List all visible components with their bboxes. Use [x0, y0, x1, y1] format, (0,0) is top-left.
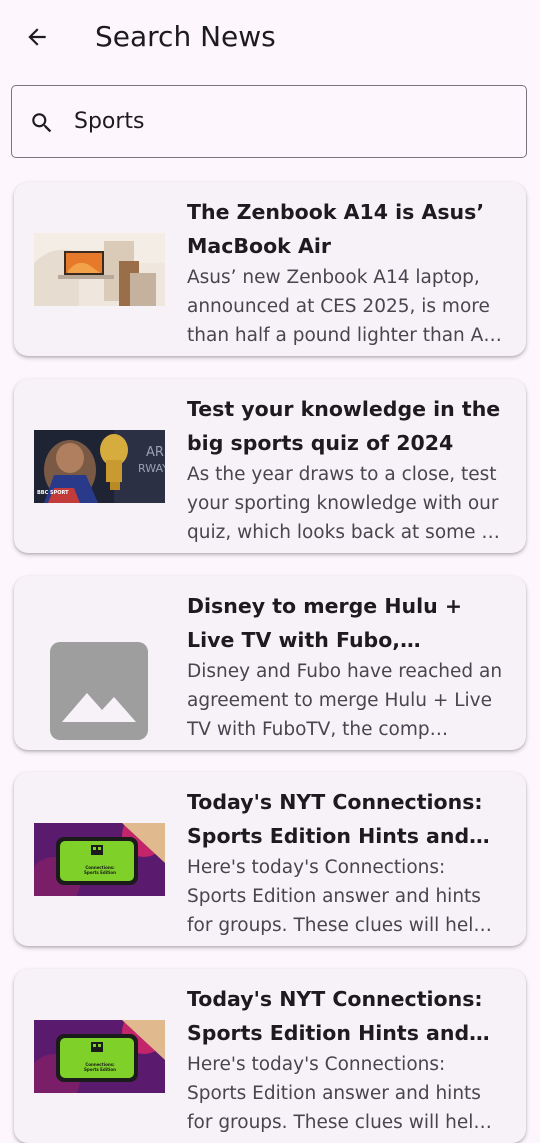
phone-connections-game-photo: Connections: Sports Edition — [34, 1020, 165, 1093]
svg-text:AR: AR — [146, 445, 164, 460]
svg-text:RWAYS: RWAYS — [138, 462, 165, 475]
app-bar: Search News — [0, 0, 540, 76]
back-button[interactable] — [14, 14, 60, 60]
news-description: Asus’ new Zenbook A14 laptop, announced … — [187, 267, 502, 346]
image-placeholder-icon — [50, 642, 148, 740]
news-card[interactable]: Disney to merge Hulu + Live TV with Fubo… — [14, 576, 526, 750]
news-title: Today's NYT Connections: Sports Edition … — [187, 987, 483, 1045]
news-card[interactable]: Connections: Sports Edition Today's NYT … — [14, 772, 526, 946]
news-title: The Zenbook A14 is Asus’ MacBook Air — [187, 200, 485, 258]
news-card[interactable]: Connections: Sports Edition Today's NYT … — [14, 969, 526, 1143]
news-card[interactable]: AR RWAYS BBC SPORT Test your knowledge i… — [14, 379, 526, 553]
page-title: Search News — [95, 20, 276, 53]
news-description: Here's today's Connections: Sports Editi… — [187, 857, 492, 936]
arrow-back-icon — [28, 28, 46, 46]
phone-screen-caption: Connections: Sports Edition — [84, 1062, 116, 1072]
news-card[interactable]: The Zenbook A14 is Asus’ MacBook Air Asu… — [14, 182, 526, 356]
news-title: Today's NYT Connections: Sports Edition … — [187, 790, 483, 848]
search-icon — [32, 113, 52, 133]
phone-connections-game-photo: Connections: Sports Edition — [34, 823, 165, 896]
news-title: Test your knowledge in the big sports qu… — [187, 397, 501, 455]
search-input[interactable] — [74, 96, 504, 146]
bbc-sport-logo: BBC SPORT — [37, 490, 69, 496]
laptop-on-desk-photo — [34, 233, 165, 306]
search-field[interactable] — [11, 85, 527, 158]
news-description: As the year draws to a close, test your … — [187, 464, 500, 543]
phone-screen-caption: Connections: Sports Edition — [84, 865, 116, 875]
news-description: Disney and Fubo have reached an agreemen… — [187, 661, 503, 740]
news-description: Here's today's Connections: Sports Editi… — [187, 1054, 492, 1133]
athlete-with-trophy-photo: AR RWAYS BBC SPORT — [34, 430, 165, 503]
news-title: Disney to merge Hulu + Live TV with Fubo… — [187, 594, 463, 652]
